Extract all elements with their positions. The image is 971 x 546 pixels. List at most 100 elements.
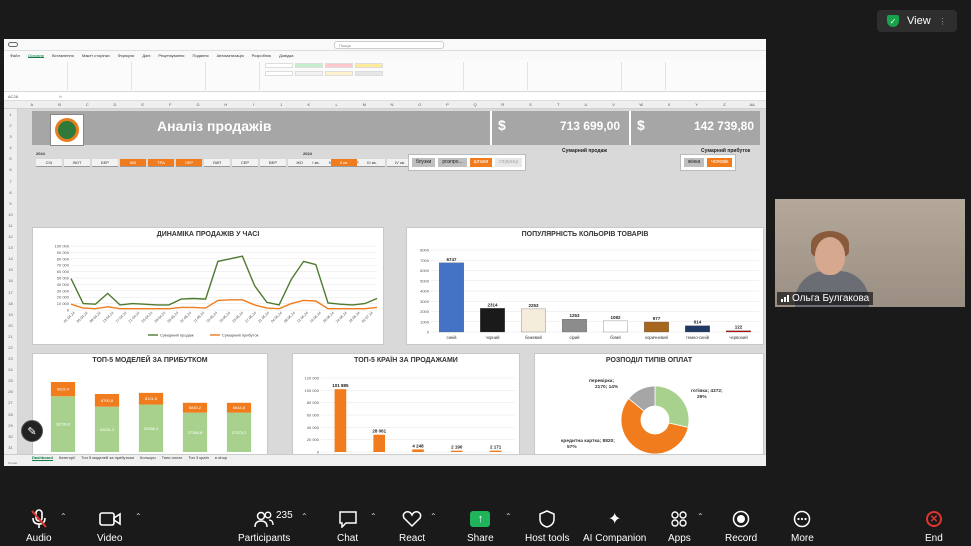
column-header[interactable]: H [212, 101, 240, 108]
apps-caret-icon[interactable]: ⌃ [697, 512, 704, 521]
row-header[interactable]: 5 [4, 153, 17, 164]
audio-button[interactable]: Audio [26, 508, 52, 544]
column-header[interactable]: J [267, 101, 295, 108]
menu-item[interactable]: Файл [10, 53, 20, 58]
month-slicer-item[interactable]: СЕР [232, 159, 258, 167]
category-slicer-item[interactable]: блузки [412, 158, 436, 167]
row-header[interactable]: 28 [4, 409, 17, 420]
participant-video[interactable]: Ольга Булгакова [775, 199, 965, 307]
row-header[interactable]: 21 [4, 331, 17, 342]
share-caret-icon[interactable]: ⌃ [505, 512, 512, 521]
menu-item[interactable]: Вставлення [52, 53, 74, 58]
column-header[interactable]: C [73, 101, 101, 108]
video-caret-icon[interactable]: ⌃ [135, 512, 142, 521]
row-header[interactable]: 25 [4, 375, 17, 386]
menu-item[interactable]: Рецензування [158, 53, 184, 58]
menu-item[interactable]: Макет сторінки [82, 53, 110, 58]
row-header[interactable]: 10 [4, 209, 17, 220]
row-header[interactable]: 3 [4, 131, 17, 142]
row-header[interactable]: 31 [4, 442, 17, 453]
gender-slicer-item[interactable]: чоловік [707, 158, 733, 167]
row-header[interactable]: 27 [4, 397, 17, 408]
category-slicer-item[interactable]: штани [469, 158, 493, 167]
quarter-slicer-item[interactable]: I кв. [303, 159, 329, 167]
row-header[interactable]: 20 [4, 320, 17, 331]
host-tools-button[interactable]: Host tools [525, 508, 569, 544]
row-header[interactable]: 12 [4, 231, 17, 242]
column-header[interactable]: X [655, 101, 683, 108]
column-header[interactable]: V [600, 101, 628, 108]
column-header[interactable]: Z [711, 101, 739, 108]
row-header[interactable]: 30 [4, 431, 17, 442]
annotate-pencil-button[interactable]: ✎ [21, 420, 43, 442]
row-header[interactable]: 16 [4, 275, 17, 286]
row-header[interactable]: 9 [4, 198, 17, 209]
row-header[interactable]: 19 [4, 309, 17, 320]
row-header[interactable]: 22 [4, 342, 17, 353]
row-header[interactable]: 13 [4, 242, 17, 253]
view-button[interactable]: ✓ View ⋮ [877, 10, 957, 32]
column-header[interactable]: K [295, 101, 323, 108]
quarter-slicer-item[interactable]: II кв. [331, 159, 357, 167]
apps-button[interactable]: Apps [668, 508, 691, 544]
column-header[interactable]: M [350, 101, 378, 108]
column-header[interactable]: L [323, 101, 351, 108]
search-box[interactable]: Пошук [334, 41, 444, 49]
autosave-toggle[interactable] [8, 42, 18, 47]
ribbon-alignment-group[interactable] [136, 62, 206, 90]
react-caret-icon[interactable]: ⌃ [430, 512, 437, 521]
ribbon-cells-group[interactable] [468, 62, 528, 90]
menu-item[interactable]: Формули [118, 53, 135, 58]
participants-caret-icon[interactable]: ⌃ [301, 512, 308, 521]
column-header[interactable]: U [572, 101, 600, 108]
row-header[interactable]: 11 [4, 220, 17, 231]
ribbon-number-group[interactable] [210, 62, 260, 90]
month-slicer-item[interactable]: СІЧ [36, 159, 62, 167]
column-header[interactable]: AA [738, 101, 766, 108]
menu-item[interactable]: Подання [192, 53, 208, 58]
column-header[interactable]: P [434, 101, 462, 108]
ribbon-editing-group[interactable] [532, 62, 622, 90]
column-header[interactable]: W [627, 101, 655, 108]
ribbon-font-group[interactable] [72, 62, 132, 90]
month-slicer-item[interactable]: ЛИП [204, 159, 230, 167]
share-button[interactable]: ↑ Share [467, 508, 494, 544]
row-header[interactable]: 1 [4, 109, 17, 120]
row-header[interactable]: 7 [4, 176, 17, 187]
column-header[interactable]: Q [461, 101, 489, 108]
name-box[interactable]: AC28 [8, 94, 18, 99]
row-header[interactable]: 8 [4, 187, 17, 198]
column-header[interactable]: F [157, 101, 185, 108]
video-button[interactable]: Video [97, 508, 122, 544]
column-header[interactable]: G [184, 101, 212, 108]
row-header[interactable]: 29 [4, 420, 17, 431]
category-slicer-item[interactable]: спідниці [495, 158, 522, 167]
react-button[interactable]: React [399, 508, 425, 544]
end-button[interactable]: ✕ End [925, 508, 943, 544]
gender-slicer-item[interactable]: жінка [684, 158, 705, 167]
row-header[interactable]: 4 [4, 142, 17, 153]
menu-item[interactable]: Автоматизація [217, 53, 244, 58]
menu-item[interactable]: Основне [27, 53, 44, 58]
month-slicer-item[interactable]: ТРА [148, 159, 174, 167]
row-header[interactable]: 2 [4, 120, 17, 131]
column-header[interactable]: D [101, 101, 129, 108]
row-header[interactable]: 23 [4, 353, 17, 364]
month-slicer-item[interactable]: ЛЮТ [64, 159, 90, 167]
row-header[interactable]: 15 [4, 264, 17, 275]
column-header[interactable]: B [46, 101, 74, 108]
category-slicer-item[interactable]: розпро... [438, 158, 467, 167]
month-slicer-item[interactable]: БЕР [92, 159, 118, 167]
chat-caret-icon[interactable]: ⌃ [370, 512, 377, 521]
month-slicer-item[interactable]: КВІ [120, 159, 146, 167]
formula-bar[interactable]: AC28 fx [4, 92, 766, 101]
row-header[interactable]: 24 [4, 364, 17, 375]
audio-caret-icon[interactable]: ⌃ [60, 512, 67, 521]
column-header[interactable]: N [378, 101, 406, 108]
ribbon-addins-group[interactable] [626, 62, 666, 90]
column-header[interactable]: O [406, 101, 434, 108]
menu-item[interactable]: Розробник [252, 53, 271, 58]
column-header[interactable]: A [18, 101, 46, 108]
ribbon-clipboard-group[interactable] [8, 62, 68, 90]
row-header[interactable]: 26 [4, 386, 17, 397]
